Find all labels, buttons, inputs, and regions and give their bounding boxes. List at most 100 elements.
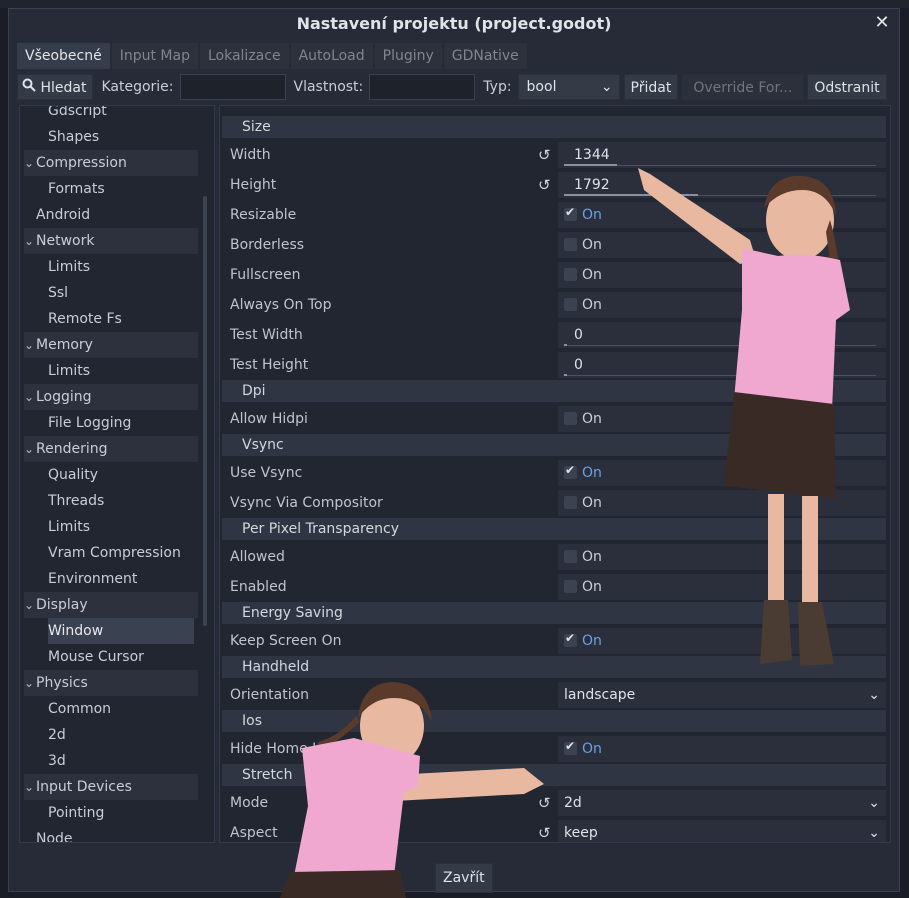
chevron-down-icon[interactable]: ⌄ bbox=[24, 384, 36, 410]
checkbox[interactable] bbox=[564, 631, 577, 647]
override-for-button[interactable]: Override For... bbox=[682, 74, 804, 100]
tree-item[interactable]: ⌄ Logging bbox=[24, 384, 198, 410]
left-boot-shape bbox=[760, 600, 792, 664]
reset-icon[interactable]: ↺ bbox=[538, 140, 551, 170]
section-header: Size bbox=[222, 116, 886, 138]
add-button[interactable]: Přidat bbox=[623, 74, 679, 100]
slider-fill bbox=[564, 164, 618, 166]
property-input[interactable] bbox=[369, 74, 476, 100]
chevron-down-icon[interactable]: ⌄ bbox=[24, 774, 36, 800]
option-select[interactable]: 2d ⌄ bbox=[558, 790, 886, 816]
reset-icon[interactable]: ↺ bbox=[538, 170, 551, 200]
checkbox[interactable] bbox=[564, 412, 577, 425]
tree-item-label: Gdscript bbox=[48, 105, 107, 119]
search-button[interactable]: Hledat bbox=[17, 74, 94, 101]
titlebar: Nastavení projektu (project.godot) ✕ bbox=[9, 9, 899, 39]
tab-autoload[interactable]: AutoLoad bbox=[290, 43, 373, 69]
property-name: Test Height bbox=[230, 357, 309, 373]
tab-input-map[interactable]: Input Map bbox=[111, 43, 198, 69]
type-select-value: bool bbox=[526, 79, 557, 95]
category-input[interactable] bbox=[179, 74, 286, 100]
chevron-down-icon: ⌄ bbox=[868, 687, 880, 703]
checkbox[interactable] bbox=[564, 463, 577, 479]
tree-item[interactable]: File Logging bbox=[20, 410, 131, 436]
checkbox[interactable] bbox=[564, 739, 577, 755]
option-select[interactable]: keep ⌄ bbox=[558, 820, 886, 842]
option-select[interactable]: landscape ⌄ bbox=[558, 682, 886, 708]
checkbox-label: On bbox=[582, 633, 602, 649]
tree-item-label: Physics bbox=[36, 675, 88, 691]
tree-item-label: Remote Fs bbox=[48, 311, 122, 327]
tree-item[interactable]: Node bbox=[20, 826, 73, 842]
tree-item-label: Logging bbox=[36, 389, 92, 405]
search-icon bbox=[22, 75, 36, 101]
tree-item[interactable]: Formats bbox=[20, 176, 105, 202]
checkbox-label: On bbox=[582, 207, 602, 223]
tree-item[interactable]: Threads bbox=[20, 488, 104, 514]
section-header-label: Energy Saving bbox=[242, 605, 343, 621]
tab-pluginy[interactable]: Pluginy bbox=[374, 43, 442, 69]
chevron-down-icon[interactable]: ⌄ bbox=[24, 228, 36, 254]
checkbox[interactable] bbox=[564, 268, 577, 281]
property-name: Keep Screen On bbox=[230, 633, 342, 649]
tree-item[interactable]: ⌄ Compression bbox=[24, 150, 198, 176]
checkbox-field[interactable]: On bbox=[558, 736, 886, 762]
tree-item[interactable]: Remote Fs bbox=[20, 306, 122, 332]
tree-item[interactable]: Limits bbox=[20, 254, 90, 280]
checkbox[interactable] bbox=[564, 550, 577, 563]
tree-item[interactable]: Pointing bbox=[20, 800, 104, 826]
tree-item[interactable]: Gdscript bbox=[20, 105, 107, 124]
category-label: Kategorie: bbox=[101, 79, 174, 95]
tree-item[interactable]: 2d bbox=[20, 722, 66, 748]
tab-gdnative[interactable]: GDNative bbox=[443, 43, 527, 69]
tree-item-label: Formats bbox=[48, 181, 105, 197]
property-name: Resizable bbox=[230, 207, 297, 223]
close-icon[interactable]: ✕ bbox=[871, 12, 893, 34]
tree-item[interactable]: ⌄ Network bbox=[24, 228, 198, 254]
chevron-down-icon: ⌄ bbox=[868, 795, 880, 811]
tree-item-label: 3d bbox=[48, 753, 66, 769]
checkbox-label: On bbox=[582, 741, 602, 757]
checkbox[interactable] bbox=[564, 205, 577, 221]
chevron-down-icon[interactable]: ⌄ bbox=[24, 332, 36, 358]
checkbox[interactable] bbox=[564, 580, 577, 593]
tree-item[interactable]: ⌄ Memory bbox=[24, 332, 198, 358]
tree-item-label: Memory bbox=[36, 337, 93, 353]
checkbox[interactable] bbox=[564, 496, 577, 509]
checkbox[interactable] bbox=[564, 238, 577, 251]
tree-item[interactable]: Vram Compression bbox=[20, 540, 181, 566]
chevron-down-icon[interactable]: ⌄ bbox=[24, 150, 36, 176]
delete-button[interactable]: Odstranit bbox=[807, 74, 887, 100]
tree-item[interactable]: ⌄ Input Devices bbox=[24, 774, 198, 800]
tree-item-label: Shapes bbox=[48, 129, 100, 145]
tree-item[interactable]: Limits bbox=[20, 514, 90, 540]
tree-scrollbar[interactable] bbox=[203, 196, 207, 626]
tree-item[interactable]: ⌄ Rendering bbox=[24, 436, 198, 462]
tree-item-label: Input Devices bbox=[36, 779, 132, 795]
tree-item-label: Common bbox=[48, 701, 112, 717]
type-select[interactable]: bool ⌄ bbox=[517, 74, 620, 100]
tree-item[interactable]: Quality bbox=[20, 462, 98, 488]
tree-item[interactable]: Environment bbox=[20, 566, 137, 592]
tab-lokalizace[interactable]: Lokalizace bbox=[199, 43, 289, 69]
tree-item[interactable]: Ssl bbox=[20, 280, 68, 306]
tree-item[interactable]: ⌄ Display bbox=[24, 592, 198, 618]
tree-item[interactable]: ⌄ Physics bbox=[24, 670, 198, 696]
tree-item[interactable]: Shapes bbox=[20, 124, 99, 150]
tab-v-eobecn-[interactable]: Všeobecné bbox=[17, 43, 110, 69]
tree-item-label: Mouse Cursor bbox=[48, 649, 144, 665]
chevron-down-icon[interactable]: ⌄ bbox=[24, 436, 36, 462]
section-header-label: Per Pixel Transparency bbox=[242, 521, 399, 537]
tree-item[interactable]: 3d bbox=[20, 748, 66, 774]
tree-item[interactable]: Common bbox=[20, 696, 111, 722]
settings-category-tree: Gdscript Shapes ⌄ Compression Formats Android… bbox=[19, 105, 215, 843]
tree-item-label: Limits bbox=[48, 519, 90, 535]
tree-item[interactable]: Limits bbox=[20, 358, 90, 384]
tree-item[interactable]: Android bbox=[20, 202, 90, 228]
property-name: Use Vsync bbox=[230, 465, 303, 481]
tree-item[interactable]: Mouse Cursor bbox=[20, 644, 144, 670]
chevron-down-icon[interactable]: ⌄ bbox=[24, 670, 36, 696]
chevron-down-icon[interactable]: ⌄ bbox=[24, 592, 36, 618]
tree-item[interactable]: Window bbox=[48, 618, 194, 644]
checkbox[interactable] bbox=[564, 298, 577, 311]
